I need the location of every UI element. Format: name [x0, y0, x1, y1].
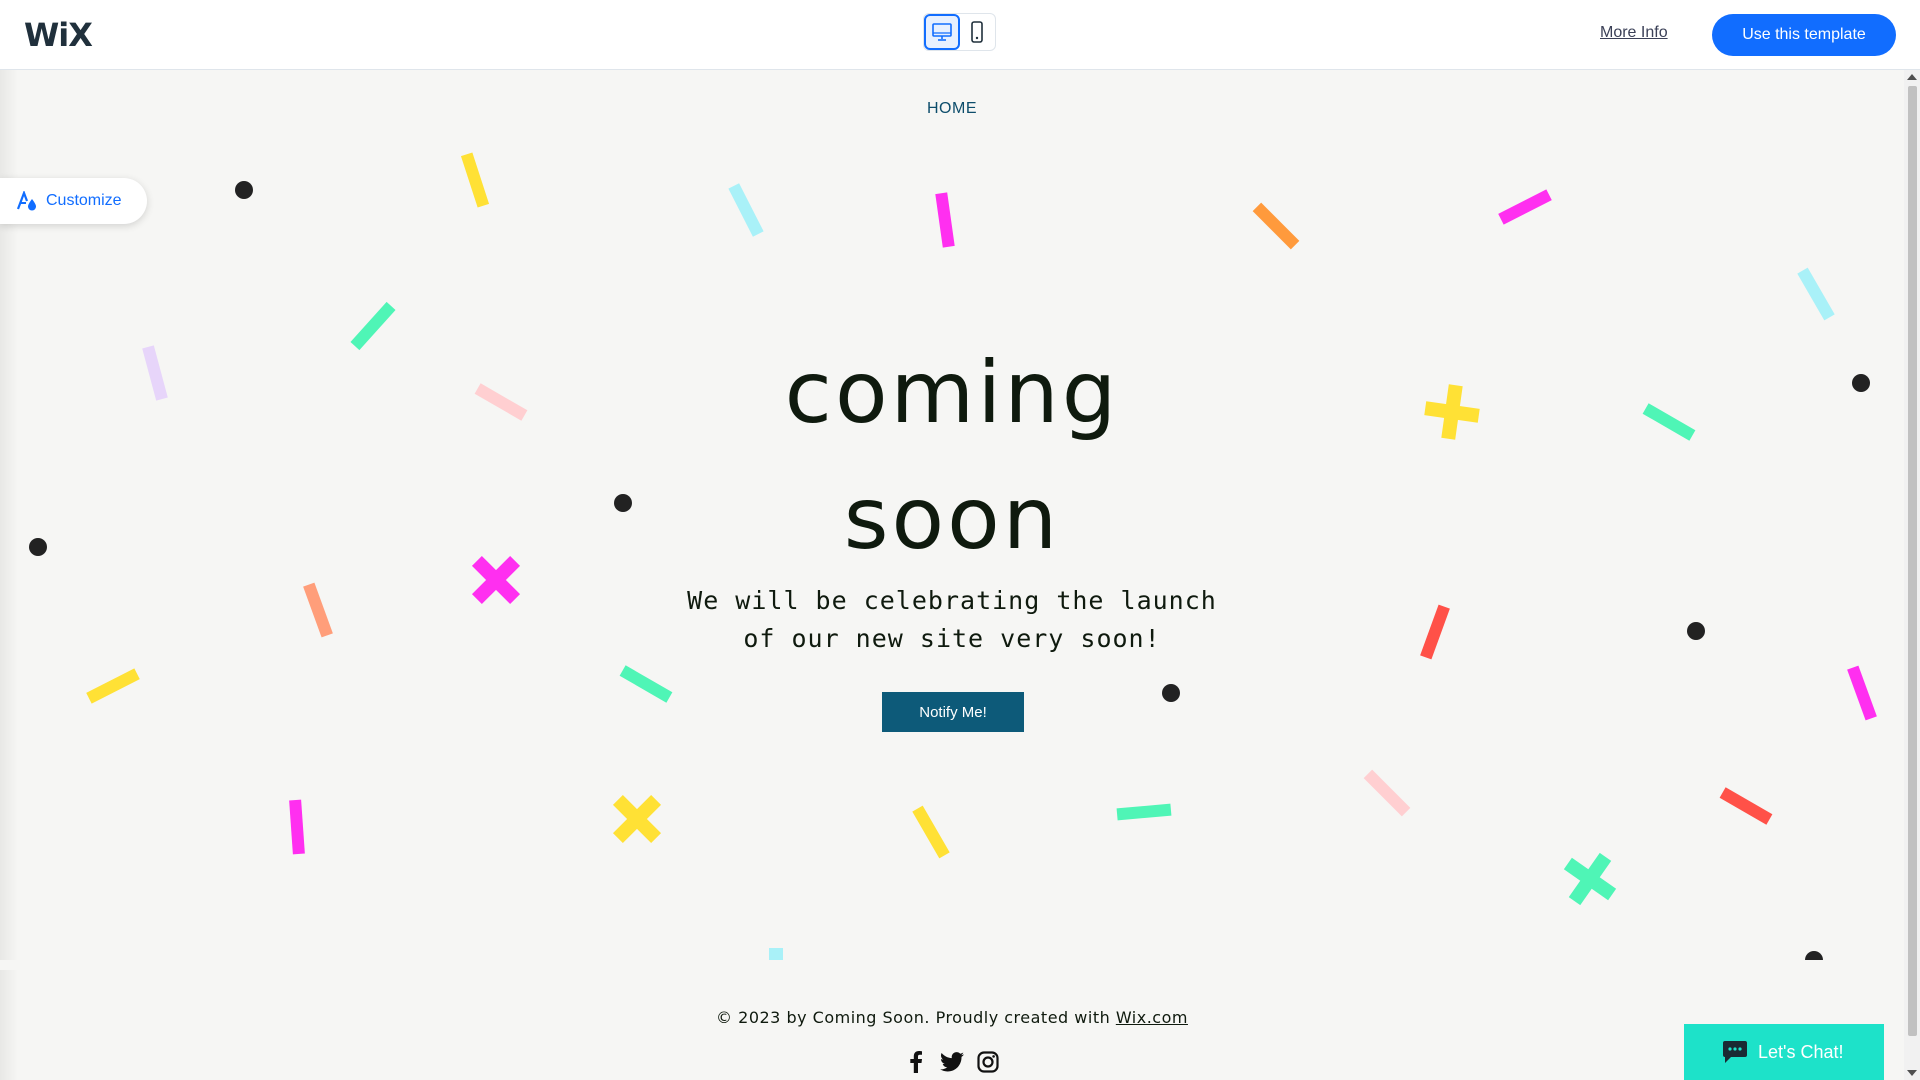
mobile-icon	[971, 21, 984, 43]
chat-button[interactable]: Let's Chat!	[1684, 1024, 1884, 1080]
editor-top-bar: WiX More Info Use this template	[0, 0, 1920, 70]
scroll-thumb[interactable]	[1908, 86, 1917, 1036]
mobile-view-button[interactable]	[960, 14, 995, 50]
confetti-piece	[289, 799, 305, 855]
scrollbar[interactable]	[1904, 70, 1920, 1080]
confetti-dot	[235, 181, 253, 199]
wix-logo[interactable]: WiX	[24, 16, 93, 54]
nav-home-label[interactable]: HOME	[927, 100, 977, 117]
confetti-mask	[0, 960, 1904, 970]
confetti-piece	[1116, 803, 1172, 821]
page-title: coming soon	[0, 330, 1904, 582]
use-template-button[interactable]: Use this template	[1712, 14, 1896, 56]
device-toggle	[923, 13, 996, 51]
confetti-piece	[86, 668, 140, 704]
more-info-link[interactable]: More Info	[1600, 24, 1668, 42]
notify-me-button[interactable]: Notify Me!	[882, 692, 1024, 732]
subtitle-line-2: of our new site very soon!	[743, 624, 1161, 653]
confetti-piece	[769, 948, 783, 960]
headline-line-1: coming	[784, 343, 1120, 443]
paint-drop-icon	[16, 191, 36, 211]
customize-button[interactable]: Customize	[0, 178, 147, 224]
confetti-cross	[612, 794, 662, 844]
footer-copyright: © 2023 by Coming Soon. Proudly created w…	[0, 1008, 1904, 1027]
confetti-piece	[1498, 189, 1552, 225]
twitter-link[interactable]	[940, 1050, 964, 1074]
site-preview: HOME Customize coming soon We will be ce…	[0, 70, 1904, 1080]
confetti-piece	[1847, 665, 1877, 721]
facebook-link[interactable]	[904, 1050, 928, 1074]
confetti-piece	[460, 152, 490, 208]
wix-link[interactable]: Wix.com	[1116, 1008, 1188, 1027]
subtitle-line-1: We will be celebrating the launch	[687, 586, 1217, 615]
chat-bubble-icon	[1723, 1041, 1747, 1063]
confetti-piece	[935, 192, 955, 248]
confetti-piece	[619, 665, 673, 703]
social-bar	[904, 1050, 1000, 1074]
scroll-down-arrow[interactable]	[1907, 1070, 1917, 1076]
confetti-cross	[1563, 852, 1617, 906]
facebook-icon	[910, 1051, 922, 1073]
twitter-icon	[940, 1052, 964, 1072]
chat-label: Let's Chat!	[1758, 1041, 1844, 1062]
confetti-piece	[1797, 267, 1835, 321]
desktop-view-button[interactable]	[924, 14, 960, 50]
instagram-icon	[977, 1051, 999, 1073]
confetti-piece	[1252, 202, 1300, 250]
headline-line-2: soon	[843, 469, 1061, 569]
confetti-piece	[912, 805, 950, 859]
scroll-up-arrow[interactable]	[1907, 74, 1917, 80]
customize-label: Customize	[46, 192, 122, 209]
footer-text: © 2023 by Coming Soon. Proudly created w…	[716, 1008, 1116, 1027]
confetti-piece	[1719, 787, 1773, 825]
confetti-piece	[728, 183, 764, 237]
subtitle: We will be celebrating the launch of our…	[0, 582, 1904, 658]
nav-home-link[interactable]: HOME	[0, 100, 1904, 118]
confetti-dot	[1162, 684, 1180, 702]
confetti-piece	[1363, 769, 1411, 817]
desktop-icon	[931, 23, 952, 41]
instagram-link[interactable]	[976, 1050, 1000, 1074]
